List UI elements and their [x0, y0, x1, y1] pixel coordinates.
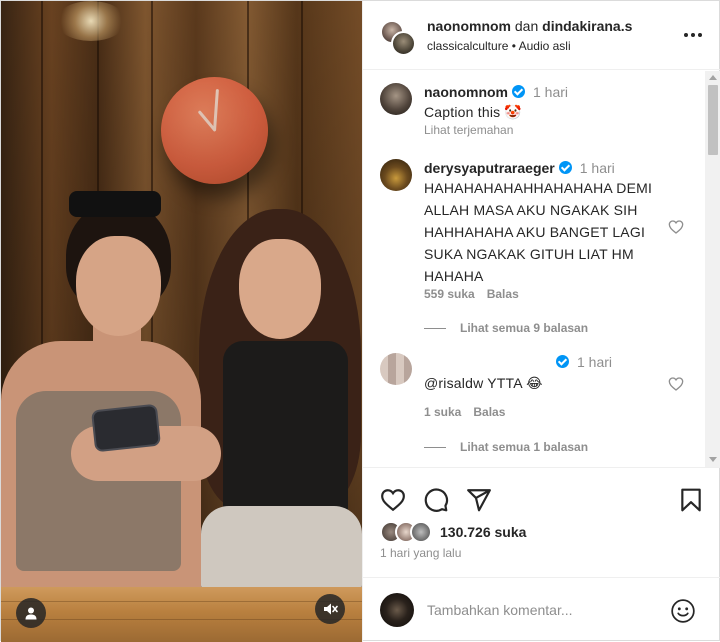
post-subtitle: classicalculture • Audio asli — [427, 39, 571, 53]
collaborator-username[interactable]: dindakirana.s — [542, 18, 632, 34]
verified-badge-icon — [558, 161, 572, 174]
person-right-pants — [201, 506, 362, 591]
tagged-accounts-button[interactable] — [16, 598, 46, 628]
bookmark-icon[interactable] — [678, 487, 704, 513]
reply-button[interactable]: Balas — [473, 405, 505, 419]
likes-count[interactable]: 130.726 suka — [440, 524, 526, 540]
replies-dash — [424, 446, 446, 448]
translate-link[interactable]: Lihat terjemahan — [424, 123, 513, 137]
comment-likes[interactable]: 1 suka — [424, 405, 461, 419]
caption-time[interactable]: 1 hari — [533, 84, 568, 100]
person-right-top — [223, 341, 348, 531]
speaker-muted-icon — [324, 603, 338, 615]
avatar[interactable] — [380, 83, 412, 115]
subtitle-separator: • — [511, 39, 516, 53]
caption-header: naonomnom 1 hari — [424, 84, 568, 100]
avatar[interactable] — [380, 353, 412, 385]
table-grain — [1, 619, 362, 620]
replies-dash — [424, 327, 446, 329]
more-dot — [698, 33, 702, 37]
post-dialog: naonomnom dan dindakirana.s classicalcul… — [0, 0, 720, 642]
comment-time[interactable]: 1 hari — [580, 160, 615, 176]
collection-link[interactable]: classicalculture — [427, 39, 508, 53]
heart-icon[interactable] — [668, 376, 684, 392]
comment-likes[interactable]: 559 suka — [424, 287, 475, 301]
comments-scrollbar[interactable] — [705, 71, 720, 467]
view-replies-label: Lihat semua 1 balasan — [460, 440, 589, 454]
author-avatars[interactable] — [380, 20, 416, 56]
sunglasses — [69, 191, 161, 217]
audio-toggle-button[interactable] — [315, 594, 345, 624]
comment-text: HAHAHAHAHAHHAHAHAHA DEMI ALLAH MASA AKU … — [424, 180, 653, 284]
audio-link[interactable]: Audio asli — [519, 39, 571, 53]
wooden-table — [1, 587, 362, 642]
view-replies-label: Lihat semua 9 balasan — [460, 321, 589, 335]
more-horizontal-icon — [684, 33, 688, 37]
comment-username[interactable]: derysyaputraraeger — [424, 160, 555, 176]
comment-meta: 1 suka Balas — [424, 405, 517, 419]
person-right-face — [239, 239, 321, 339]
comment-header: 1 hari — [552, 354, 612, 370]
comment-header: derysyaputraraeger 1 hari — [424, 160, 615, 176]
author-username[interactable]: naonomnom — [427, 18, 511, 34]
avatar[interactable] — [391, 31, 416, 56]
verified-badge-icon — [512, 85, 525, 98]
reply-button[interactable]: Balas — [487, 287, 519, 301]
scroll-up-icon[interactable] — [709, 75, 717, 80]
comment-input[interactable] — [427, 600, 647, 620]
view-replies-button[interactable]: Lihat semua 9 balasan — [424, 321, 588, 335]
post-actions: 130.726 suka 1 hari yang lalu — [363, 467, 720, 577]
heart-icon[interactable] — [380, 487, 406, 513]
comments-list[interactable]: naonomnom 1 hari Caption this 🤡 Lihat ter… — [363, 71, 705, 467]
avatar[interactable] — [380, 159, 412, 191]
post-media[interactable] — [1, 1, 362, 642]
table-grain — [1, 601, 362, 602]
phone — [90, 403, 162, 453]
share-icon[interactable] — [466, 487, 492, 513]
post-header: naonomnom dan dindakirana.s classicalcul… — [363, 1, 720, 70]
user-icon — [25, 607, 37, 620]
caption-username[interactable]: naonomnom — [424, 84, 508, 100]
scroll-down-icon[interactable] — [709, 457, 717, 462]
add-comment-bar — [363, 577, 720, 642]
more-dot — [691, 33, 695, 37]
emoji-icon[interactable] — [670, 598, 696, 624]
post-authors: naonomnom dan dindakirana.s — [427, 18, 632, 34]
person-left-face — [76, 236, 161, 336]
comment-meta: 559 suka Balas — [424, 287, 531, 301]
caption-text: Caption this 🤡 — [424, 104, 523, 120]
heart-icon[interactable] — [668, 219, 684, 235]
liker-avatars — [380, 521, 434, 543]
comment-time[interactable]: 1 hari — [577, 354, 612, 370]
author-joiner: dan — [514, 18, 539, 34]
avatar — [410, 521, 432, 543]
view-replies-button[interactable]: Lihat semua 1 balasan — [424, 440, 588, 454]
verified-badge-icon — [556, 355, 569, 368]
comment-icon[interactable] — [423, 487, 449, 513]
likes-summary[interactable]: 130.726 suka — [380, 520, 526, 544]
post-timestamp[interactable]: 1 hari yang lalu — [380, 546, 461, 560]
comment-text: @risaldw YTTA 😂 — [424, 375, 543, 391]
avatar — [380, 593, 414, 627]
post-panel: naonomnom dan dindakirana.s classicalcul… — [362, 1, 720, 642]
scroll-thumb[interactable] — [708, 85, 718, 155]
more-options-button[interactable] — [681, 27, 705, 43]
